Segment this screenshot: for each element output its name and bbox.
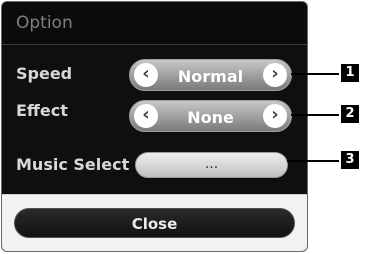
effect-label: Effect (16, 101, 68, 120)
music-select-button[interactable]: ... (135, 152, 288, 178)
callout-line-2 (291, 114, 339, 116)
music-select-button-label: ... (204, 156, 219, 172)
speed-label: Speed (16, 64, 73, 83)
callout-1: 1 (341, 64, 359, 82)
dialog-title: Option (16, 13, 73, 33)
callout-3: 3 (341, 151, 359, 169)
effect-spinner[interactable]: ‹ None › (129, 100, 292, 132)
dialog-titlebar: Option (2, 2, 307, 45)
callout-line-1 (291, 73, 339, 75)
callout-2: 2 (341, 105, 359, 123)
music-select-label: Music Select (16, 155, 130, 174)
chevron-right-icon[interactable]: › (263, 63, 287, 87)
option-dialog: Option Speed ‹ Normal › Effect ‹ None › … (1, 1, 308, 252)
dialog-footer: Close (2, 194, 307, 251)
speed-spinner[interactable]: ‹ Normal › (129, 59, 292, 91)
close-button-label: Close (131, 215, 178, 233)
chevron-right-icon[interactable]: › (263, 104, 287, 128)
close-button[interactable]: Close (14, 208, 295, 238)
callout-line-3 (287, 160, 339, 162)
